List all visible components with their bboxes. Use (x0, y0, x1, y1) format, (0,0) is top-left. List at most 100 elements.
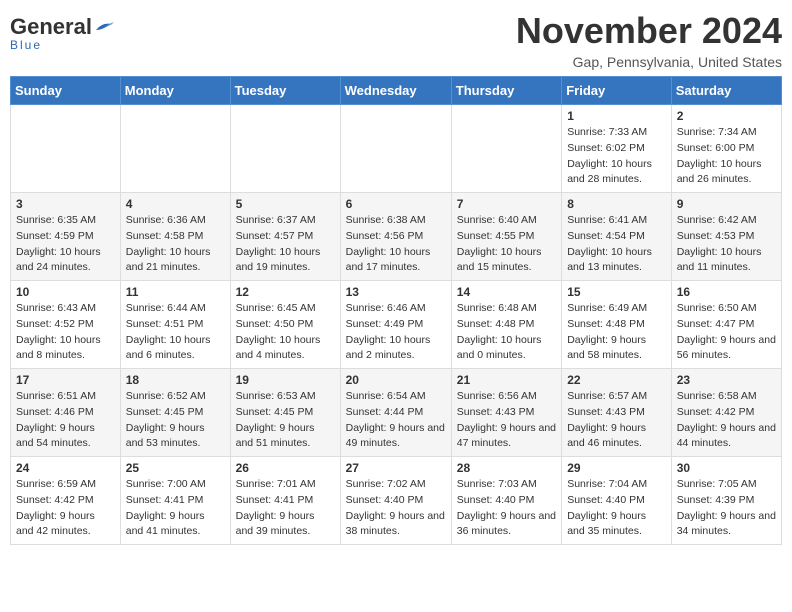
day-info: Sunrise: 6:44 AM Sunset: 4:51 PM Dayligh… (126, 301, 225, 364)
calendar-cell: 22 Sunrise: 6:57 AM Sunset: 4:43 PM Dayli… (562, 369, 672, 457)
calendar-cell: 3 Sunrise: 6:35 AM Sunset: 4:59 PM Daylig… (11, 193, 121, 281)
day-number: 13 (346, 285, 446, 299)
day-number: 18 (126, 373, 225, 387)
day-info: Sunrise: 7:00 AM Sunset: 4:41 PM Dayligh… (126, 477, 225, 540)
calendar-cell: 6 Sunrise: 6:38 AM Sunset: 4:56 PM Daylig… (340, 193, 451, 281)
day-number: 21 (457, 373, 556, 387)
day-number: 23 (677, 373, 776, 387)
day-info: Sunrise: 6:58 AM Sunset: 4:42 PM Dayligh… (677, 389, 776, 452)
calendar-cell (451, 105, 561, 193)
calendar-cell: 21 Sunrise: 6:56 AM Sunset: 4:43 PM Dayli… (451, 369, 561, 457)
day-info: Sunrise: 6:42 AM Sunset: 4:53 PM Dayligh… (677, 213, 776, 276)
calendar-header-sunday: Sunday (11, 77, 121, 105)
day-number: 15 (567, 285, 666, 299)
month-title: November 2024 (516, 10, 782, 52)
logo: General Blue (10, 10, 114, 52)
day-number: 25 (126, 461, 225, 475)
calendar-cell: 7 Sunrise: 6:40 AM Sunset: 4:55 PM Daylig… (451, 193, 561, 281)
calendar-cell: 14Sunrise: 6:48 AM Sunset: 4:48 PM Dayli… (451, 281, 561, 369)
day-number: 8 (567, 197, 666, 211)
day-number: 9 (677, 197, 776, 211)
day-info: Sunrise: 6:50 AM Sunset: 4:47 PM Dayligh… (677, 301, 776, 364)
day-number: 11 (126, 285, 225, 299)
day-info: Sunrise: 6:40 AM Sunset: 4:55 PM Dayligh… (457, 213, 556, 276)
calendar-cell: 18 Sunrise: 6:52 AM Sunset: 4:45 PM Dayli… (120, 369, 230, 457)
calendar-cell: 19Sunrise: 6:53 AM Sunset: 4:45 PM Dayli… (230, 369, 340, 457)
day-info: Sunrise: 7:01 AM Sunset: 4:41 PM Dayligh… (236, 477, 335, 540)
day-info: Sunrise: 6:35 AM Sunset: 4:59 PM Dayligh… (16, 213, 115, 276)
calendar-week-5: 24 Sunrise: 6:59 AM Sunset: 4:42 PM Dayli… (11, 457, 782, 545)
calendar-header-friday: Friday (562, 77, 672, 105)
calendar-cell: 27 Sunrise: 7:02 AM Sunset: 4:40 PM Dayli… (340, 457, 451, 545)
calendar-cell: 25 Sunrise: 7:00 AM Sunset: 4:41 PM Dayli… (120, 457, 230, 545)
day-number: 29 (567, 461, 666, 475)
calendar-cell: 16 Sunrise: 6:50 AM Sunset: 4:47 PM Dayli… (671, 281, 781, 369)
day-number: 19 (236, 373, 335, 387)
calendar-cell: 4 Sunrise: 6:36 AM Sunset: 4:58 PM Daylig… (120, 193, 230, 281)
day-info: Sunrise: 7:02 AM Sunset: 4:40 PM Dayligh… (346, 477, 446, 540)
day-number: 22 (567, 373, 666, 387)
day-number: 1 (567, 109, 666, 123)
logo-sub: Blue (10, 38, 42, 52)
day-info: Sunrise: 7:03 AM Sunset: 4:40 PM Dayligh… (457, 477, 556, 540)
logo-text: General (10, 16, 114, 38)
calendar-cell: 10 Sunrise: 6:43 AM Sunset: 4:52 PM Dayli… (11, 281, 121, 369)
day-info: Sunrise: 7:05 AM Sunset: 4:39 PM Dayligh… (677, 477, 776, 540)
calendar-header-monday: Monday (120, 77, 230, 105)
logo-general: General (10, 14, 92, 39)
logo-bird-icon (94, 20, 114, 34)
day-number: 6 (346, 197, 446, 211)
title-area: November 2024 Gap, Pennsylvania, United … (516, 10, 782, 70)
calendar-cell: 13 Sunrise: 6:46 AM Sunset: 4:49 PM Dayli… (340, 281, 451, 369)
day-number: 10 (16, 285, 115, 299)
calendar-header-thursday: Thursday (451, 77, 561, 105)
calendar-header-saturday: Saturday (671, 77, 781, 105)
day-number: 3 (16, 197, 115, 211)
day-number: 12 (236, 285, 335, 299)
day-info: Sunrise: 6:37 AM Sunset: 4:57 PM Dayligh… (236, 213, 335, 276)
calendar-cell: 15 Sunrise: 6:49 AM Sunset: 4:48 PM Dayli… (562, 281, 672, 369)
day-number: 20 (346, 373, 446, 387)
calendar-cell (11, 105, 121, 193)
calendar-cell: 2Sunrise: 7:34 AM Sunset: 6:00 PM Daylig… (671, 105, 781, 193)
day-info: Sunrise: 6:59 AM Sunset: 4:42 PM Dayligh… (16, 477, 115, 540)
calendar-cell (120, 105, 230, 193)
day-info: Sunrise: 7:04 AM Sunset: 4:40 PM Dayligh… (567, 477, 666, 540)
day-info: Sunrise: 6:41 AM Sunset: 4:54 PM Dayligh… (567, 213, 666, 276)
day-info: Sunrise: 6:52 AM Sunset: 4:45 PM Dayligh… (126, 389, 225, 452)
day-info: Sunrise: 6:36 AM Sunset: 4:58 PM Dayligh… (126, 213, 225, 276)
day-info: Sunrise: 6:43 AM Sunset: 4:52 PM Dayligh… (16, 301, 115, 364)
day-info: Sunrise: 7:34 AM Sunset: 6:00 PM Dayligh… (677, 125, 776, 188)
day-number: 30 (677, 461, 776, 475)
calendar-header-row: SundayMondayTuesdayWednesdayThursdayFrid… (11, 77, 782, 105)
calendar-cell: 24 Sunrise: 6:59 AM Sunset: 4:42 PM Dayli… (11, 457, 121, 545)
day-number: 16 (677, 285, 776, 299)
calendar-cell (230, 105, 340, 193)
calendar-cell: 11 Sunrise: 6:44 AM Sunset: 4:51 PM Dayli… (120, 281, 230, 369)
calendar: SundayMondayTuesdayWednesdayThursdayFrid… (10, 76, 782, 545)
day-number: 28 (457, 461, 556, 475)
day-info: Sunrise: 6:56 AM Sunset: 4:43 PM Dayligh… (457, 389, 556, 452)
day-number: 4 (126, 197, 225, 211)
day-number: 7 (457, 197, 556, 211)
day-info: Sunrise: 6:38 AM Sunset: 4:56 PM Dayligh… (346, 213, 446, 276)
day-info: Sunrise: 6:51 AM Sunset: 4:46 PM Dayligh… (16, 389, 115, 452)
day-info: Sunrise: 6:49 AM Sunset: 4:48 PM Dayligh… (567, 301, 666, 364)
calendar-week-2: 3 Sunrise: 6:35 AM Sunset: 4:59 PM Daylig… (11, 193, 782, 281)
calendar-cell: 5 Sunrise: 6:37 AM Sunset: 4:57 PM Daylig… (230, 193, 340, 281)
calendar-header-wednesday: Wednesday (340, 77, 451, 105)
calendar-week-1: 1Sunrise: 7:33 AM Sunset: 6:02 PM Daylig… (11, 105, 782, 193)
day-info: Sunrise: 6:46 AM Sunset: 4:49 PM Dayligh… (346, 301, 446, 364)
calendar-cell: 8 Sunrise: 6:41 AM Sunset: 4:54 PM Daylig… (562, 193, 672, 281)
day-number: 5 (236, 197, 335, 211)
day-info: Sunrise: 6:57 AM Sunset: 4:43 PM Dayligh… (567, 389, 666, 452)
calendar-cell: 28 Sunrise: 7:03 AM Sunset: 4:40 PM Dayli… (451, 457, 561, 545)
calendar-cell: 26 Sunrise: 7:01 AM Sunset: 4:41 PM Dayli… (230, 457, 340, 545)
day-number: 17 (16, 373, 115, 387)
day-number: 26 (236, 461, 335, 475)
calendar-cell: 9 Sunrise: 6:42 AM Sunset: 4:53 PM Daylig… (671, 193, 781, 281)
day-info: Sunrise: 6:48 AM Sunset: 4:48 PM Dayligh… (457, 301, 556, 364)
day-number: 24 (16, 461, 115, 475)
day-number: 27 (346, 461, 446, 475)
location: Gap, Pennsylvania, United States (516, 54, 782, 70)
